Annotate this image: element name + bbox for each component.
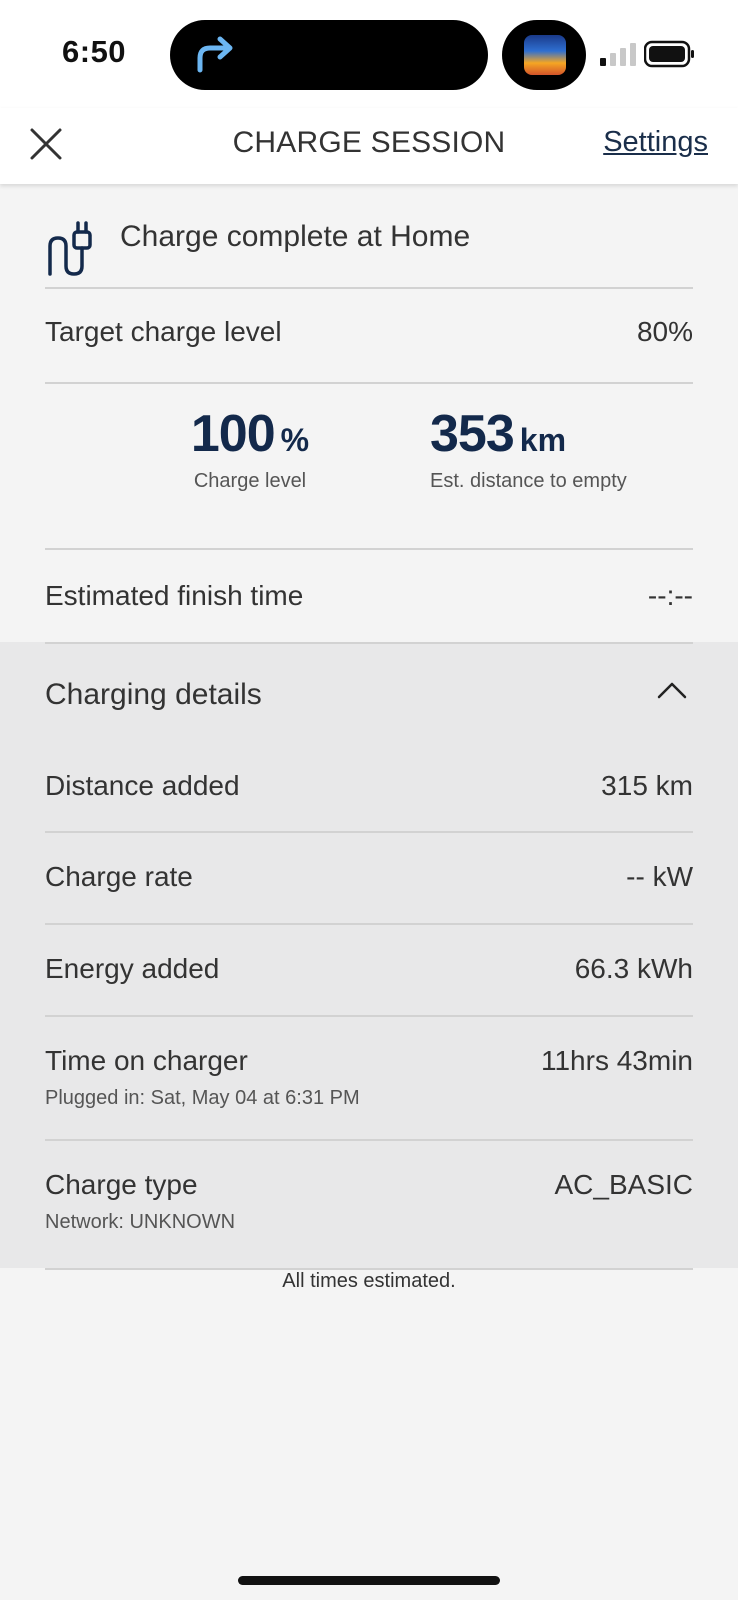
detail-value: -- kW	[626, 861, 693, 892]
charge-status-row: Charge complete at Home	[45, 204, 693, 276]
status-bar: 6:50	[0, 0, 738, 108]
charge-status-text: Charge complete at Home	[120, 220, 471, 253]
charge-level-stat: 100% Charge level	[170, 404, 330, 493]
home-indicator[interactable]	[238, 1576, 500, 1585]
detail-value: AC_BASIC	[554, 1169, 694, 1200]
finish-time-row: Estimated finish time --:--	[45, 550, 693, 640]
detail-sublabel: Plugged in: Sat, May 04 at 6:31 PM	[45, 1087, 360, 1109]
chevron-up-icon[interactable]	[656, 680, 688, 700]
detail-label: Charge type	[45, 1169, 198, 1200]
detail-label: Charge rate	[45, 861, 193, 892]
detail-value: 11hrs 43min	[540, 1045, 693, 1076]
dynamic-island[interactable]	[170, 20, 488, 90]
battery-icon	[644, 40, 694, 68]
detail-row-energy-added: Energy added 66.3 kWh	[45, 925, 693, 1015]
distance-unit: km	[519, 422, 567, 458]
detail-value: 315 km	[601, 770, 693, 801]
charge-level-value: 100	[190, 405, 276, 463]
app-header: CHARGE SESSION Settings	[0, 108, 738, 184]
detail-label: Energy added	[45, 953, 220, 984]
detail-row-distance-added: Distance added 315 km	[45, 742, 693, 830]
detail-label: Time on charger	[45, 1045, 248, 1076]
charging-details-header[interactable]: Charging details	[45, 644, 693, 740]
distance-stat: 353 km Est. distance to empty	[420, 404, 660, 493]
detail-row-charge-rate: Charge rate -- kW	[45, 833, 693, 923]
status-time: 6:50	[62, 34, 127, 69]
detail-sublabel: Network: UNKNOWN	[45, 1211, 236, 1233]
album-art-thumbnail	[524, 35, 566, 75]
target-charge-value: 80%	[636, 316, 693, 347]
target-charge-row[interactable]: Target charge level 80%	[45, 288, 693, 382]
now-playing-island[interactable]	[502, 20, 586, 90]
finish-time-value: --:--	[647, 580, 693, 611]
charging-details-panel: Charging details Distance added 315 km C…	[0, 642, 738, 1268]
detail-row-time-on-charger: Time on charger 11hrs 43min Plugged in: …	[45, 1017, 693, 1139]
distance-caption: Est. distance to empty	[430, 470, 627, 492]
detail-label: Distance added	[45, 770, 240, 801]
settings-link[interactable]: Settings	[603, 126, 708, 159]
detail-value: 66.3 kWh	[574, 953, 693, 984]
distance-value: 353	[430, 405, 515, 463]
target-charge-label: Target charge level	[45, 316, 282, 347]
footer-note: All times estimated.	[282, 1270, 456, 1292]
forward-arrow-icon	[197, 36, 233, 73]
plug-icon	[48, 221, 92, 276]
cellular-signal-icon	[600, 43, 636, 66]
divider	[45, 382, 693, 384]
finish-time-label: Estimated finish time	[45, 580, 304, 611]
detail-row-charge-type: Charge type AC_BASIC Network: UNKNOWN	[45, 1141, 693, 1263]
charge-level-unit: %	[280, 422, 310, 458]
charge-level-caption: Charge level	[193, 470, 307, 492]
charging-details-title: Charging details	[45, 678, 262, 711]
